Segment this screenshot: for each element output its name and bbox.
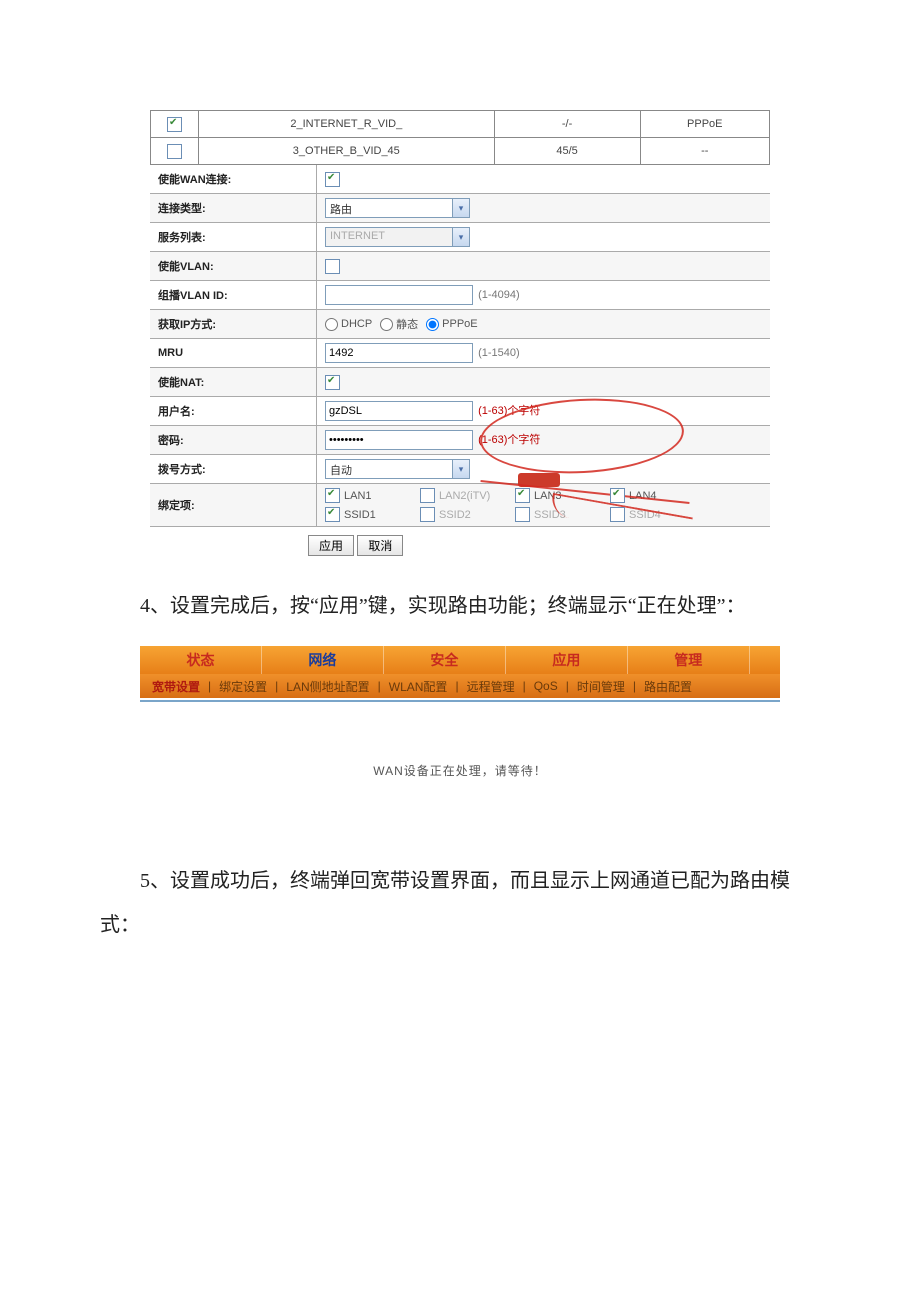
input-mcast-vlan[interactable] (325, 285, 473, 305)
chevron-down-icon: ▾ (452, 459, 470, 479)
sub-tab[interactable]: WLAN配置 (383, 678, 454, 695)
label-mcast-vlan: 组播VLAN ID: (150, 281, 317, 310)
binding-label: SSID2 (439, 509, 471, 521)
radio-ip-pppoe[interactable] (426, 318, 439, 331)
label-service-list: 服务列表: (150, 223, 317, 252)
main-tab[interactable]: 应用 (506, 646, 628, 674)
binding-checkbox[interactable] (325, 507, 340, 522)
main-tab[interactable]: 网络 (262, 646, 384, 674)
connection-list-table: 2_INTERNET_R_VID_-/-PPPoE3_OTHER_B_VID_4… (150, 110, 770, 165)
row-vlan: -/- (494, 111, 640, 138)
binding-item[interactable]: LAN3 (515, 488, 610, 503)
input-mru[interactable] (325, 343, 473, 363)
bindings-grid: LAN1 LAN2(iTV) LAN3 LAN4 SSID1 SSID2 SSID3 SSID… (325, 488, 705, 522)
label-ip-mode: 获取IP方式: (150, 310, 317, 339)
label-enable-wan: 使能WAN连接: (150, 165, 317, 194)
sub-tab[interactable]: 路由配置 (638, 678, 698, 695)
binding-item: SSID4 (610, 507, 705, 522)
cancel-button[interactable]: 取消 (357, 535, 403, 556)
apply-button[interactable]: 应用 (308, 535, 354, 556)
input-password[interactable] (325, 430, 473, 450)
label-enable-vlan: 使能VLAN: (150, 252, 317, 281)
label-bindings: 绑定项: (150, 484, 317, 527)
binding-item[interactable]: LAN1 (325, 488, 420, 503)
checkbox-enable-wan[interactable] (325, 172, 340, 187)
binding-item: LAN2(iTV) (420, 488, 515, 503)
checkbox-enable-vlan[interactable] (325, 259, 340, 274)
row-name: 2_INTERNET_R_VID_ (199, 111, 494, 138)
label-enable-nat: 使能NAT: (150, 368, 317, 397)
select-conn-type[interactable]: 路由 ▾ (325, 198, 470, 218)
row-name: 3_OTHER_B_VID_45 (199, 138, 494, 165)
radio-label: DHCP (341, 318, 372, 330)
chevron-down-icon: ▾ (452, 198, 470, 218)
binding-checkbox (610, 507, 625, 522)
row-mode: PPPoE (640, 111, 769, 138)
binding-label: SSID3 (534, 509, 566, 521)
sub-tab[interactable]: 时间管理 (571, 678, 631, 695)
hint-password: (1-63)个字符 (478, 434, 540, 446)
label-conn-type: 连接类型: (150, 194, 317, 223)
tabs-panel: 状态网络安全应用管理 宽带设置|绑定设置|LAN侧地址配置|WLAN配置|远程管… (140, 646, 780, 779)
row-mode: -- (640, 138, 769, 165)
binding-item[interactable]: LAN4 (610, 488, 705, 503)
connection-row[interactable]: 3_OTHER_B_VID_4545/5-- (151, 138, 770, 165)
processing-message: WAN设备正在处理，请等待！ (140, 762, 780, 779)
binding-checkbox (420, 488, 435, 503)
binding-label: SSID1 (344, 509, 376, 521)
main-tab[interactable]: 状态 (140, 646, 262, 674)
binding-label: LAN3 (534, 490, 562, 502)
binding-checkbox[interactable] (325, 488, 340, 503)
radio-ip-dhcp[interactable] (325, 318, 338, 331)
label-mru: MRU (150, 339, 317, 368)
row-checkbox[interactable] (167, 117, 182, 132)
radio-label: 静态 (396, 319, 418, 331)
binding-label: SSID4 (629, 509, 661, 521)
wan-config-panel: 2_INTERNET_R_VID_-/-PPPoE3_OTHER_B_VID_4… (150, 110, 770, 556)
row-vlan: 45/5 (494, 138, 640, 165)
sub-tab[interactable]: QoS (528, 679, 564, 693)
main-tab[interactable]: 安全 (384, 646, 506, 674)
sub-tab[interactable]: 远程管理 (461, 678, 521, 695)
binding-item: SSID3 (515, 507, 610, 522)
checkbox-enable-nat[interactable] (325, 375, 340, 390)
label-dial-mode: 拨号方式: (150, 455, 317, 484)
select-dial-mode[interactable]: 自动 ▾ (325, 459, 470, 479)
radio-group-ip-mode[interactable]: DHCP 静态 PPPoE (317, 310, 771, 339)
main-tab[interactable]: 管理 (628, 646, 750, 674)
input-username[interactable] (325, 401, 473, 421)
connection-row[interactable]: 2_INTERNET_R_VID_-/-PPPoE (151, 111, 770, 138)
hint-username: (1-63)个字符 (478, 405, 540, 417)
radio-ip-静态[interactable] (380, 318, 393, 331)
hint-mru: (1-1540) (478, 347, 520, 359)
select-service-list: INTERNET ▾ (325, 227, 470, 247)
label-username: 用户名: (150, 397, 317, 426)
binding-checkbox[interactable] (515, 488, 530, 503)
binding-label: LAN4 (629, 490, 657, 502)
sub-tab[interactable]: 宽带设置 (146, 678, 206, 695)
sub-tabs: 宽带设置|绑定设置|LAN侧地址配置|WLAN配置|远程管理|QoS|时间管理|… (140, 674, 780, 698)
binding-checkbox (515, 507, 530, 522)
hint-mcast-vlan: (1-4094) (478, 289, 520, 301)
binding-checkbox (420, 507, 435, 522)
sub-tab[interactable]: 绑定设置 (213, 678, 273, 695)
paragraph-5: 5、设置成功后，终端弹回宽带设置界面，而且显示上网通道已配为路由模式： (100, 859, 820, 947)
label-password: 密码: (150, 426, 317, 455)
chevron-down-icon: ▾ (452, 227, 470, 247)
paragraph-4: 4、设置完成后，按“应用”键，实现路由功能；终端显示“正在处理”： (100, 584, 820, 628)
binding-label: LAN1 (344, 490, 372, 502)
form-buttons: 应用 取消 (150, 527, 770, 556)
sub-tab[interactable]: LAN侧地址配置 (280, 678, 375, 695)
row-checkbox[interactable] (167, 144, 182, 159)
radio-label: PPPoE (442, 318, 477, 330)
main-tabs: 状态网络安全应用管理 (140, 646, 780, 674)
binding-item[interactable]: SSID1 (325, 507, 420, 522)
binding-checkbox[interactable] (610, 488, 625, 503)
wan-form: 使能WAN连接: 连接类型: 路由 ▾ 服务列表: INTER (150, 165, 770, 527)
binding-label: LAN2(iTV) (439, 490, 490, 502)
binding-item: SSID2 (420, 507, 515, 522)
